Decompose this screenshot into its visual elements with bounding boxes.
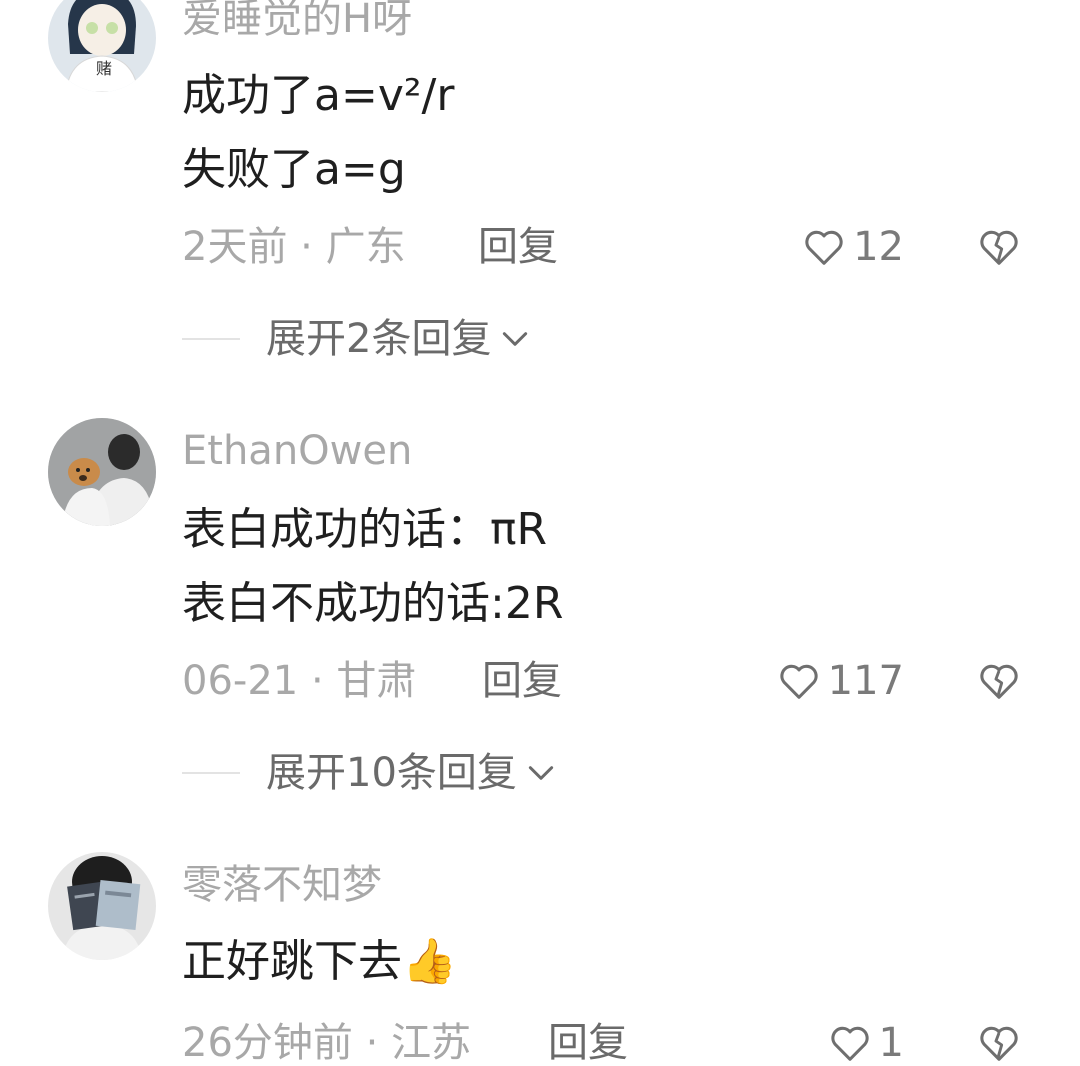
expand-divider-line	[182, 772, 240, 774]
avatar-text: 赌	[96, 59, 112, 78]
comment-meta: 26分钟前 · 江苏	[182, 1020, 471, 1066]
avatar-image	[48, 852, 156, 960]
username[interactable]: 零落不知梦	[182, 862, 382, 908]
username[interactable]: 爱睡觉的H呀	[182, 0, 412, 42]
broken-heart-icon[interactable]	[976, 1020, 1022, 1066]
comment-text-line: 成功了a=v²/r	[182, 70, 455, 121]
broken-heart-icon[interactable]	[976, 224, 1022, 270]
avatar[interactable]	[48, 852, 156, 960]
heart-outline-icon	[780, 664, 818, 699]
comment-meta: 06-21 · 甘肃	[182, 658, 416, 704]
expand-replies-button[interactable]: 展开10条回复	[182, 750, 557, 796]
chevron-down-icon	[503, 332, 528, 346]
heart-outline-icon	[805, 230, 843, 265]
comment-text-line: 失败了a=g	[182, 144, 406, 195]
comment-location: 广东	[325, 224, 406, 270]
comment-location: 江苏	[391, 1020, 472, 1066]
like-count: 1	[878, 1020, 904, 1066]
expand-replies-label: 展开2条回复	[266, 316, 492, 362]
like-button[interactable]: 12	[801, 224, 904, 270]
username[interactable]: EthanOwen	[182, 428, 412, 474]
reply-button[interactable]: 回复	[548, 1020, 628, 1066]
comment-meta: 2天前 · 广东	[182, 224, 406, 270]
meta-separator: ·	[300, 224, 313, 270]
comment-text-line: 正好跳下去👍	[182, 936, 457, 988]
like-button[interactable]: 117	[776, 658, 904, 704]
meta-separator: ·	[365, 1020, 379, 1066]
heart-outline-icon	[830, 1026, 869, 1061]
comment-text: 正好跳下去	[182, 936, 402, 987]
comment-text-line: 表白不成功的话:2R	[182, 578, 564, 629]
avatar-image: 赌	[48, 0, 156, 92]
broken-heart-icon[interactable]	[976, 658, 1022, 704]
expand-replies-button[interactable]: 展开2条回复	[182, 316, 531, 362]
like-count: 117	[827, 658, 904, 704]
expand-divider-line	[182, 338, 240, 340]
like-button[interactable]: 1	[827, 1020, 904, 1066]
like-count: 12	[853, 224, 904, 270]
comment-time: 26分钟前	[182, 1020, 353, 1066]
comment-time: 06-21	[182, 658, 299, 704]
avatar[interactable]: 赌	[48, 0, 156, 92]
avatar-image	[48, 418, 156, 526]
comment-time: 2天前	[182, 224, 288, 270]
thumbs-up-emoji: 👍	[402, 936, 457, 987]
avatar[interactable]	[48, 418, 156, 526]
reply-button[interactable]: 回复	[482, 658, 562, 704]
chevron-down-icon	[528, 766, 554, 780]
comment-text-line: 表白成功的话：πR	[182, 504, 548, 555]
meta-separator: ·	[310, 658, 324, 704]
expand-replies-label: 展开10条回复	[266, 750, 517, 796]
comment-location: 甘肃	[336, 658, 417, 704]
reply-button[interactable]: 回复	[478, 224, 558, 270]
